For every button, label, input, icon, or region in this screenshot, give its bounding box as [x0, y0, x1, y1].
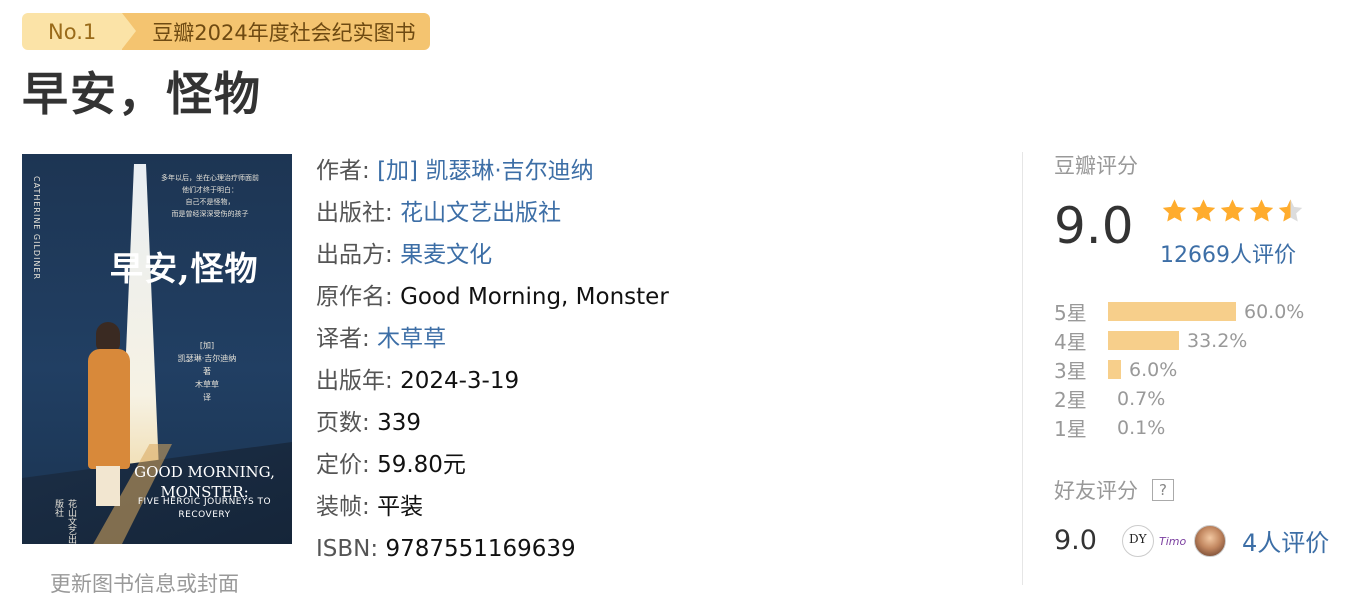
star-icon [1220, 199, 1245, 222]
rating-votes-link[interactable]: 12669人评价 [1160, 237, 1296, 269]
award-rank: No.1 [22, 13, 137, 50]
info-row-author: 作者: [加] 凯瑟琳·吉尔迪纳 [316, 150, 669, 192]
publisher-label: 出版社: [316, 200, 393, 226]
info-row-original-title: 原作名: Good Morning, Monster [316, 276, 669, 318]
pub-year-value: 2024-3-19 [400, 368, 520, 394]
rating-score: 9.0 [1054, 197, 1134, 255]
rating-bar-row: 1星 0.1% [1054, 413, 1304, 442]
star-icon [1191, 199, 1216, 222]
info-row-publisher: 出版社: 花山文艺出版社 [316, 192, 669, 234]
author-link[interactable]: [加] 凯瑟琳·吉尔迪纳 [377, 158, 594, 184]
original-title-label: 原作名: [316, 284, 393, 310]
producer-label: 出品方: [316, 242, 393, 268]
rating-distribution: 5星 60.0% 4星 33.2% 3星 6.0% 2星 0.7% 1星 0.1% [1054, 297, 1304, 442]
rating-bar [1108, 331, 1179, 350]
rating-bar-label: 4星 [1054, 330, 1087, 354]
award-title: 豆瓣2024年度社会纪实图书 [122, 13, 430, 50]
info-row-isbn: ISBN: 9787551169639 [316, 528, 669, 570]
help-icon[interactable]: ? [1152, 479, 1174, 501]
star-icon [1249, 199, 1274, 222]
cover-english-subtitle: FIVE HEROIC JOURNEYS TO RECOVERY [137, 497, 272, 520]
original-title-value: Good Morning, Monster [400, 284, 669, 310]
pub-year-label: 出版年: [316, 368, 393, 394]
book-cover[interactable]: CATHERINE GILDINER 多年以后，坐在心理治疗师面前 他们才终于明… [22, 154, 292, 544]
rating-bar-percent: 60.0% [1244, 300, 1305, 323]
info-row-binding: 装帧: 平装 [316, 486, 669, 528]
author-label: 作者: [316, 158, 370, 184]
rating-bar-row: 5星 60.0% [1054, 297, 1304, 326]
update-book-info-link[interactable]: 更新图书信息或封面 [50, 568, 239, 598]
cover-figure-legs [96, 466, 120, 506]
book-info: 作者: [加] 凯瑟琳·吉尔迪纳 出版社: 花山文艺出版社 出品方: 果麦文化 … [316, 150, 669, 570]
publisher-link[interactable]: 花山文艺出版社 [400, 200, 561, 226]
rating-bar-label: 5星 [1054, 301, 1087, 325]
binding-value: 平装 [377, 494, 424, 520]
friend-votes-link[interactable]: 4人评价 [1242, 523, 1329, 558]
info-row-producer: 出品方: 果麦文化 [316, 234, 669, 276]
avatar[interactable] [1194, 524, 1226, 557]
rating-bar-percent: 0.7% [1117, 387, 1166, 410]
info-row-translator: 译者: 木草草 [316, 318, 669, 360]
cover-blurb: 多年以后，坐在心理治疗师面前 他们才终于明白： 自己不是怪物， 而是曾经深深受伤… [161, 174, 259, 218]
friend-rating-heading: 好友评分 ? [1054, 475, 1174, 505]
rating-bar-label: 3星 [1054, 359, 1087, 383]
rating-panel: 豆瓣评分 9.0 12669人评价 5星 60.0% 4星 33.2% 3星 6.0% 2星… [1054, 145, 1346, 557]
isbn-value: 9787551169639 [385, 536, 576, 562]
rating-bar-label: 1星 [1054, 417, 1087, 441]
rating-bar-row: 2星 0.7% [1054, 384, 1304, 413]
award-badge[interactable]: No.1 豆瓣2024年度社会纪实图书 [22, 13, 430, 50]
friend-avatars: 4人评价 [1122, 523, 1329, 558]
producer-link[interactable]: 果麦文化 [400, 242, 492, 268]
rating-bar-percent: 6.0% [1129, 358, 1178, 381]
pages-label: 页数: [316, 410, 370, 436]
isbn-label: ISBN: [316, 536, 379, 562]
vertical-divider [1022, 152, 1023, 585]
rating-bar-percent: 33.2% [1187, 329, 1248, 352]
price-label: 定价: [316, 452, 370, 478]
info-row-price: 定价: 59.80元 [316, 444, 669, 486]
rating-bar-row: 3星 6.0% [1054, 355, 1304, 384]
pages-value: 339 [377, 410, 421, 436]
rating-heading: 豆瓣评分 [1054, 154, 1138, 178]
cover-figure-head [96, 322, 120, 352]
star-icon [1278, 199, 1303, 222]
info-row-pages: 页数: 339 [316, 402, 669, 444]
translator-label: 译者: [316, 326, 370, 352]
rating-bar [1108, 418, 1109, 437]
cover-author-block: [加] 凯瑟琳·吉尔迪纳 著 木草草 译 [177, 341, 237, 402]
cover-publisher-seal: 花山文艺出版社 [53, 499, 76, 544]
book-title: 早安，怪物 [22, 67, 262, 121]
rating-bar [1108, 360, 1121, 379]
rating-bar [1108, 302, 1236, 321]
cover-side-author: CATHERINE GILDINER [32, 176, 41, 281]
binding-label: 装帧: [316, 494, 370, 520]
avatar[interactable] [1158, 524, 1190, 557]
cover-figure-coat [88, 349, 130, 469]
rating-bar-percent: 0.1% [1117, 416, 1166, 439]
friend-heading-label: 好友评分 [1054, 479, 1138, 503]
friend-score: 9.0 [1054, 525, 1097, 556]
cover-title: 早安,怪物 [110, 249, 259, 288]
translator-link[interactable]: 木草草 [377, 326, 446, 352]
star-icon [1162, 199, 1187, 222]
rating-stars [1160, 197, 1305, 226]
rating-bar-row: 4星 33.2% [1054, 326, 1304, 355]
info-row-pub-year: 出版年: 2024-3-19 [316, 360, 669, 402]
rating-bar-label: 2星 [1054, 388, 1087, 412]
avatar[interactable] [1122, 524, 1154, 557]
price-value: 59.80元 [377, 452, 466, 478]
rating-bar [1108, 389, 1109, 408]
